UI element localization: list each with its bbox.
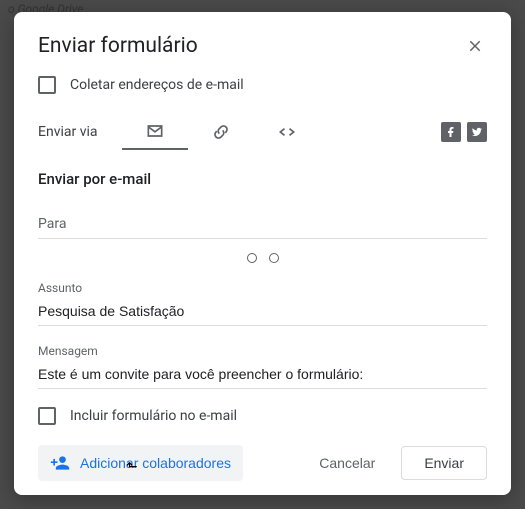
- tab-embed[interactable]: [254, 114, 320, 150]
- close-button[interactable]: [463, 34, 487, 58]
- to-field[interactable]: Para: [38, 216, 487, 239]
- mail-icon: [145, 121, 165, 141]
- collect-emails-row: Coletar endereços de e-mail: [14, 72, 511, 108]
- modal-header: Enviar formulário: [14, 34, 511, 72]
- send-via-row: Enviar via: [14, 108, 511, 150]
- pagination-dots: [38, 253, 487, 263]
- send-button[interactable]: Enviar: [401, 446, 487, 480]
- dot: [247, 253, 257, 263]
- message-group: Mensagem: [38, 344, 487, 389]
- person-add-icon: [50, 453, 70, 473]
- send-form-modal: Enviar formulário Coletar endereços de e…: [14, 12, 511, 495]
- include-form-row: Incluir formulário no e-mail: [38, 407, 487, 425]
- add-collaborators-button[interactable]: Adicionar colaboradores ⬑: [38, 445, 243, 481]
- send-via-label: Enviar via: [38, 124, 98, 140]
- message-label: Mensagem: [38, 344, 487, 358]
- subject-input[interactable]: [38, 297, 487, 326]
- subject-group: Assunto: [38, 281, 487, 326]
- dot: [269, 253, 279, 263]
- twitter-icon: [471, 126, 483, 138]
- modal-footer: Adicionar colaboradores ⬑ Cancelar Envia…: [14, 433, 511, 501]
- close-icon: [466, 37, 484, 55]
- facebook-icon: [445, 126, 457, 138]
- facebook-button[interactable]: [441, 122, 461, 142]
- subject-label: Assunto: [38, 281, 487, 295]
- include-form-checkbox[interactable]: [38, 407, 56, 425]
- section-title: Enviar por e-mail: [38, 170, 487, 188]
- collect-emails-checkbox[interactable]: [38, 76, 56, 94]
- link-icon: [211, 122, 231, 142]
- message-input[interactable]: [38, 360, 487, 389]
- tab-email[interactable]: [122, 114, 188, 150]
- code-icon: [277, 122, 297, 142]
- tab-link[interactable]: [188, 114, 254, 150]
- include-form-label: Incluir formulário no e-mail: [70, 408, 237, 424]
- collect-emails-label: Coletar endereços de e-mail: [70, 77, 244, 93]
- social-icons: [441, 122, 487, 142]
- twitter-button[interactable]: [467, 122, 487, 142]
- cancel-button[interactable]: Cancelar: [301, 447, 393, 479]
- modal-title: Enviar formulário: [38, 34, 198, 58]
- modal-content: Enviar por e-mail Para Assunto Mensagem …: [14, 150, 511, 433]
- add-collaborators-label: Adicionar colaboradores: [80, 455, 231, 471]
